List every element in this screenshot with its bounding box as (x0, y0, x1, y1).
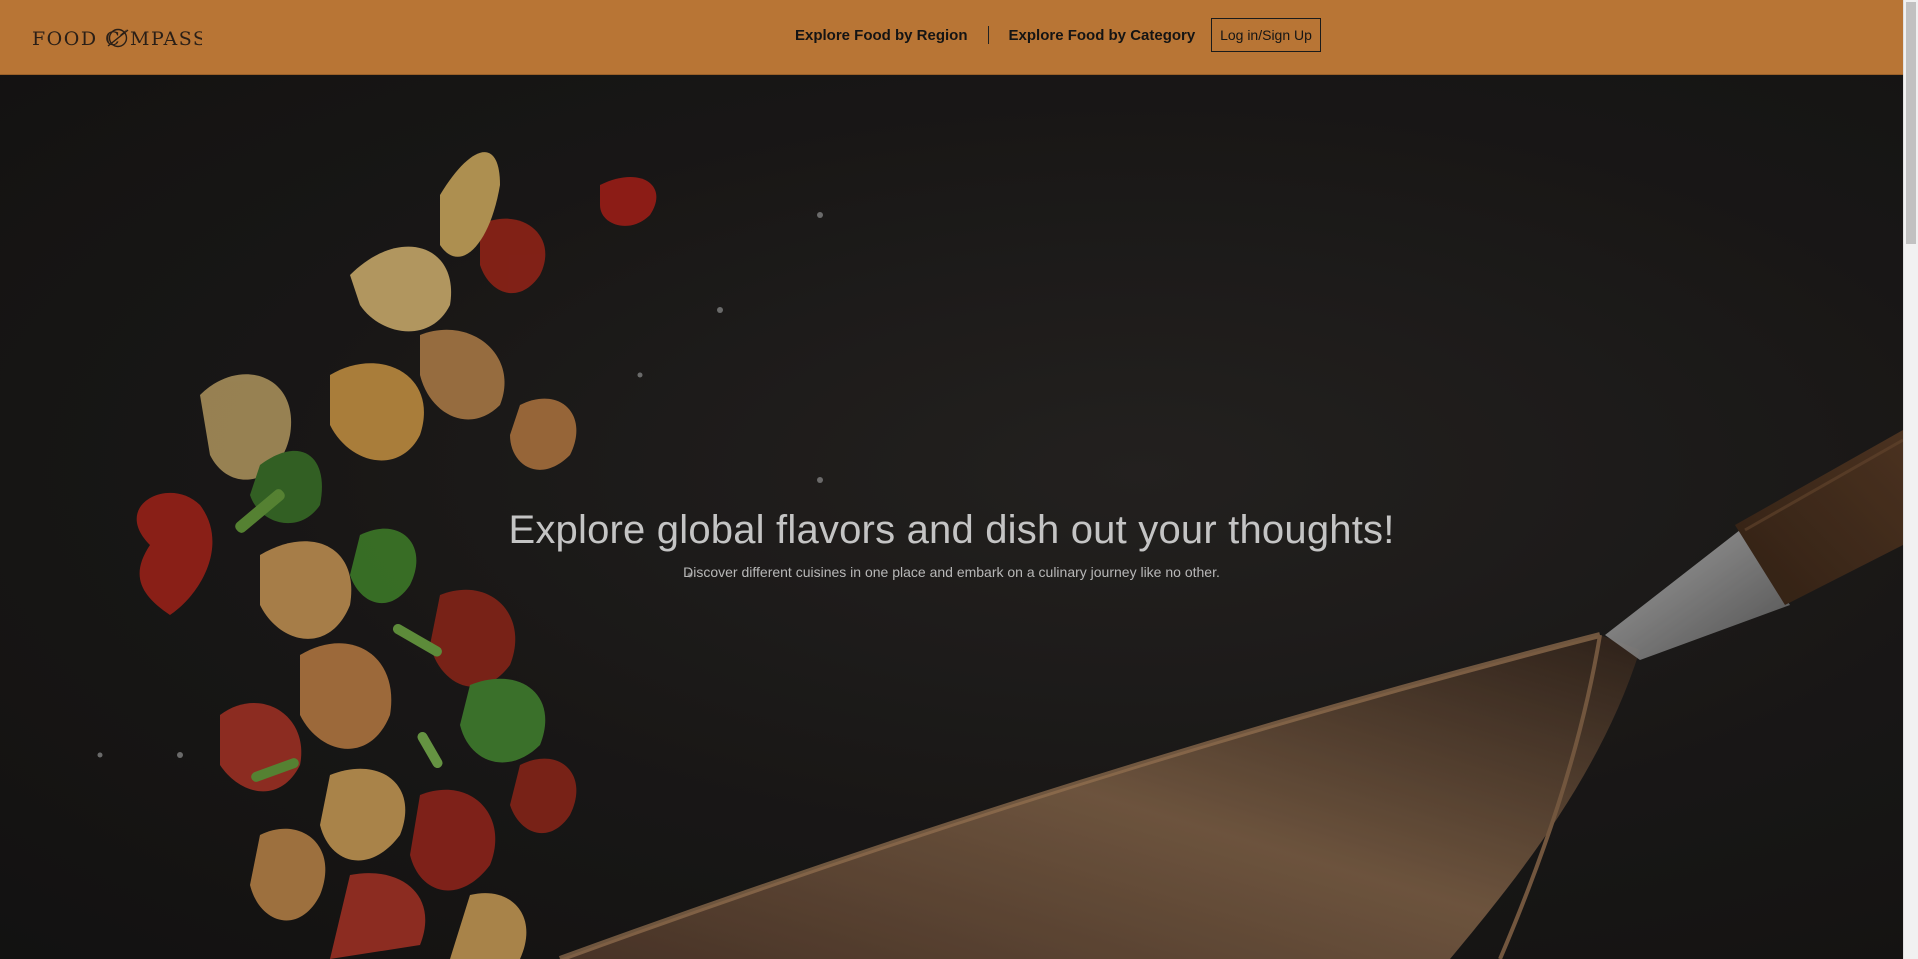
svg-text:FOOD C: FOOD C (32, 28, 121, 50)
svg-text:MPASS: MPASS (130, 28, 202, 50)
nav-explore-by-region[interactable]: Explore Food by Region (795, 27, 968, 44)
page-scrollbar[interactable] (1903, 0, 1918, 959)
top-navigation-bar: FOOD C MPASS Explore Food by Region Expl… (0, 0, 1903, 75)
hero-section: Explore global flavors and dish out your… (0, 75, 1903, 959)
food-compass-logo[interactable]: FOOD C MPASS (32, 24, 202, 52)
nav-explore-by-category[interactable]: Explore Food by Category (1009, 27, 1196, 44)
logo-image: FOOD C MPASS (32, 28, 202, 50)
hero-title: Explore global flavors and dish out your… (508, 508, 1395, 552)
main-nav: Explore Food by Region Explore Food by C… (795, 26, 1195, 44)
scrollbar-thumb[interactable] (1906, 2, 1916, 244)
hero-subtitle: Discover different cuisines in one place… (683, 564, 1220, 580)
nav-divider (987, 26, 989, 44)
login-signup-button[interactable]: Log in/Sign Up (1211, 18, 1321, 52)
page: FOOD C MPASS Explore Food by Region Expl… (0, 0, 1918, 959)
